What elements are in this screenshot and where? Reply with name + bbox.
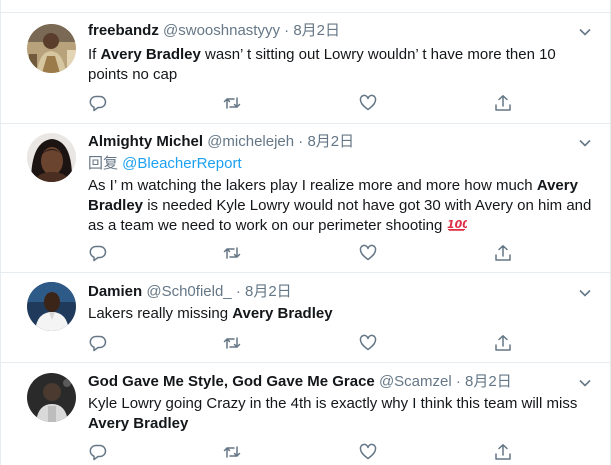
keyword-highlight: Avery Bradley xyxy=(100,46,201,63)
reply-icon[interactable] xyxy=(88,442,108,462)
like-icon[interactable] xyxy=(358,93,378,113)
tweet-4[interactable]: God Gave Me Style, God Gave Me Grace @Sc… xyxy=(1,363,610,465)
tweet-2[interactable]: Almighty Michel @michelejeh · 8月2日 回复 @B… xyxy=(1,124,610,273)
retweet-icon[interactable] xyxy=(222,442,242,462)
user-handle[interactable]: @Sch0field_ xyxy=(146,283,231,300)
display-name[interactable]: God Gave Me Style, God Gave Me Grace xyxy=(88,373,375,390)
reply-prefix: 回复 xyxy=(88,155,123,172)
display-name[interactable]: freebandz xyxy=(88,22,159,39)
tweet-text: Lakers really missing Avery Bradley xyxy=(88,304,598,324)
tweet-feed: freebandz @swooshnastyyy · 8月2日 If Avery… xyxy=(0,0,611,465)
share-icon[interactable] xyxy=(493,333,513,353)
avatar[interactable] xyxy=(27,24,76,73)
tweet-header: Almighty Michel @michelejeh · 8月2日 xyxy=(88,132,354,152)
separator-dot: · xyxy=(284,22,290,39)
previous-tweet-edge xyxy=(1,0,610,13)
retweet-icon[interactable] xyxy=(222,93,242,113)
tweet-3[interactable]: Damien @Sch0field_ · 8月2日 Lakers really … xyxy=(1,273,610,363)
share-icon[interactable] xyxy=(493,442,513,462)
keyword-highlight: Avery Bradley xyxy=(88,415,189,432)
user-handle[interactable]: @michelejeh xyxy=(207,133,294,150)
avatar-image xyxy=(27,24,76,73)
avatar[interactable] xyxy=(27,133,76,182)
display-name[interactable]: Damien xyxy=(88,283,142,300)
hundred-points-emoji: 100 xyxy=(447,218,467,231)
keyword-highlight: Avery Bradley xyxy=(232,305,333,322)
tweet-text-part: Kyle Lowry going Crazy in the 4th is exa… xyxy=(88,395,578,412)
retweet-icon[interactable] xyxy=(222,243,242,263)
tweet-text: Kyle Lowry going Crazy in the 4th is exa… xyxy=(88,394,598,434)
tweet-text-part: If xyxy=(88,46,101,63)
separator-dot: · xyxy=(455,373,461,390)
reply-context: 回复 @BleacherReport xyxy=(88,154,242,174)
tweet-text-part: As I’ m watching the lakers play I reali… xyxy=(88,177,537,194)
separator-dot: · xyxy=(298,133,304,150)
like-icon[interactable] xyxy=(358,243,378,263)
chevron-down-icon[interactable] xyxy=(578,286,592,300)
tweet-date[interactable]: 8月2日 xyxy=(293,22,340,39)
chevron-down-icon[interactable] xyxy=(578,25,592,39)
separator-dot: · xyxy=(235,283,241,300)
tweet-date[interactable]: 8月2日 xyxy=(245,283,292,300)
share-icon[interactable] xyxy=(493,243,513,263)
tweet-header: freebandz @swooshnastyyy · 8月2日 xyxy=(88,21,340,41)
tweet-header: Damien @Sch0field_ · 8月2日 xyxy=(88,282,292,302)
avatar[interactable] xyxy=(27,282,76,331)
like-icon[interactable] xyxy=(358,333,378,353)
avatar-image xyxy=(27,133,76,182)
tweet-header: God Gave Me Style, God Gave Me Grace @Sc… xyxy=(88,372,512,392)
reply-icon[interactable] xyxy=(88,93,108,113)
chevron-down-icon[interactable] xyxy=(578,376,592,390)
tweet-text: If Avery Bradley wasn’ t sitting out Low… xyxy=(88,45,598,85)
display-name[interactable]: Almighty Michel xyxy=(88,133,203,150)
chevron-down-icon[interactable] xyxy=(578,136,592,150)
retweet-icon[interactable] xyxy=(222,333,242,353)
avatar[interactable] xyxy=(27,373,76,422)
reply-icon[interactable] xyxy=(88,333,108,353)
share-icon[interactable] xyxy=(493,93,513,113)
user-handle[interactable]: @swooshnastyyy xyxy=(163,22,280,39)
avatar-image xyxy=(27,373,76,422)
reply-mention-link[interactable]: @BleacherReport xyxy=(122,155,241,172)
tweet-text-part: is needed Kyle Lowry would not have got … xyxy=(88,197,592,234)
avatar-image xyxy=(27,282,76,331)
tweet-1[interactable]: freebandz @swooshnastyyy · 8月2日 If Avery… xyxy=(1,13,610,124)
like-icon[interactable] xyxy=(358,442,378,462)
user-handle[interactable]: @Scamzel xyxy=(379,373,452,390)
tweet-date[interactable]: 8月2日 xyxy=(465,373,512,390)
tweet-date[interactable]: 8月2日 xyxy=(307,133,354,150)
tweet-text: As I’ m watching the lakers play I reali… xyxy=(88,176,598,236)
reply-icon[interactable] xyxy=(88,243,108,263)
tweet-text-part: Lakers really missing xyxy=(88,305,233,322)
